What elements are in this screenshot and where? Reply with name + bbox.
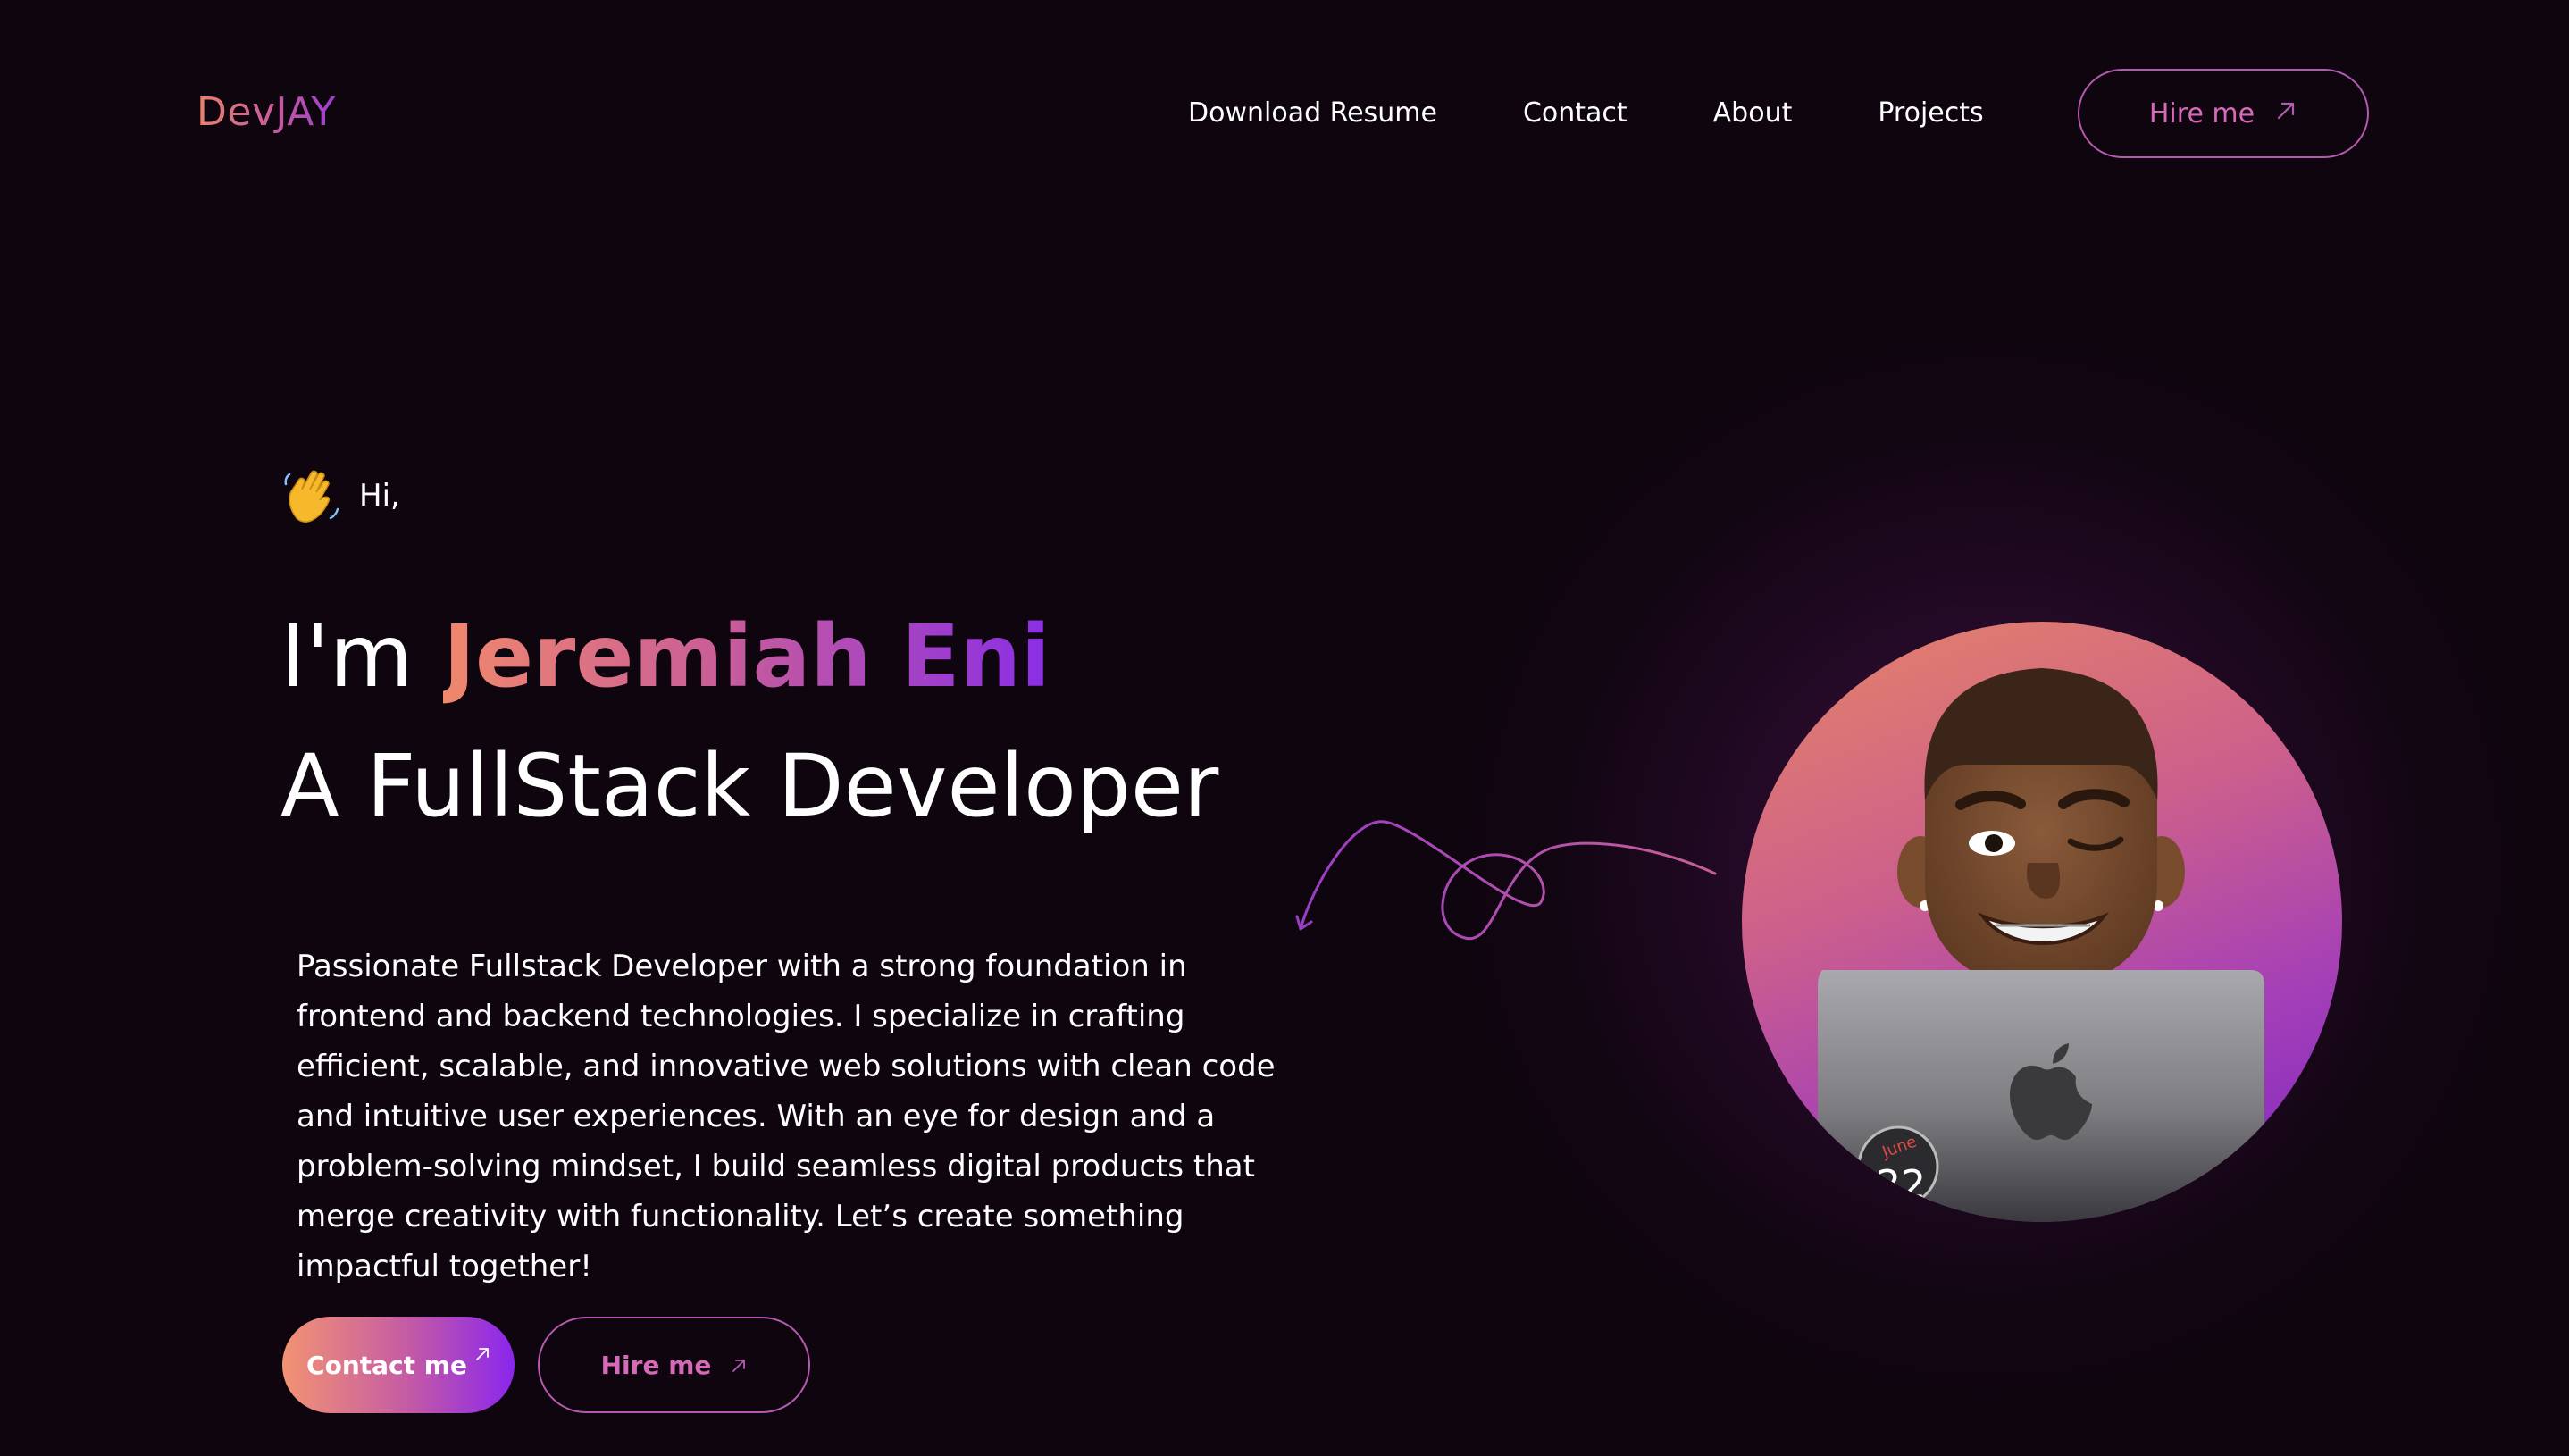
hero-heading: I'm Jeremiah Eni	[280, 598, 1050, 715]
developer-name: Jeremiah Eni	[443, 607, 1050, 707]
waving-hand-icon	[280, 464, 343, 527]
nav-download-resume[interactable]: Download Resume	[1188, 91, 1437, 136]
hire-me-hero-button[interactable]: Hire me	[538, 1317, 810, 1413]
developer-role: A FullStack Developer	[280, 736, 1219, 836]
memoji-avatar-with-laptop-icon: June 22	[1818, 668, 2264, 1222]
main-nav: Download Resume Contact About Projects	[1188, 91, 1984, 136]
arrow-up-right-icon	[731, 1351, 747, 1380]
hire-me-label: Hire me	[2148, 97, 2255, 130]
arrow-up-right-icon	[2274, 98, 2297, 130]
nav-about[interactable]: About	[1713, 91, 1793, 136]
nav-contact[interactable]: Contact	[1523, 91, 1628, 136]
logo[interactable]: DevJAY	[197, 86, 336, 139]
hire-me-nav-button[interactable]: Hire me	[2078, 69, 2369, 158]
intro-prefix: I'm	[280, 607, 414, 707]
arrow-up-right-icon	[474, 1345, 490, 1368]
contact-me-label: Contact me	[306, 1350, 467, 1380]
svg-text:22: 22	[1876, 1162, 1926, 1208]
greeting: Hi,	[280, 464, 400, 527]
doodle-arrow-icon	[1295, 820, 1717, 941]
hire-me-label: Hire me	[600, 1350, 712, 1380]
contact-me-button[interactable]: Contact me	[282, 1317, 515, 1413]
nav-projects[interactable]: Projects	[1878, 91, 1983, 136]
avatar: June 22	[1742, 622, 2342, 1222]
bio-paragraph: Passionate Fullstack Developer with a st…	[297, 949, 1276, 1284]
portfolio-page: DevJAY Download Resume Contact About Pro…	[0, 0, 2569, 1456]
greeting-text: Hi,	[359, 478, 400, 514]
